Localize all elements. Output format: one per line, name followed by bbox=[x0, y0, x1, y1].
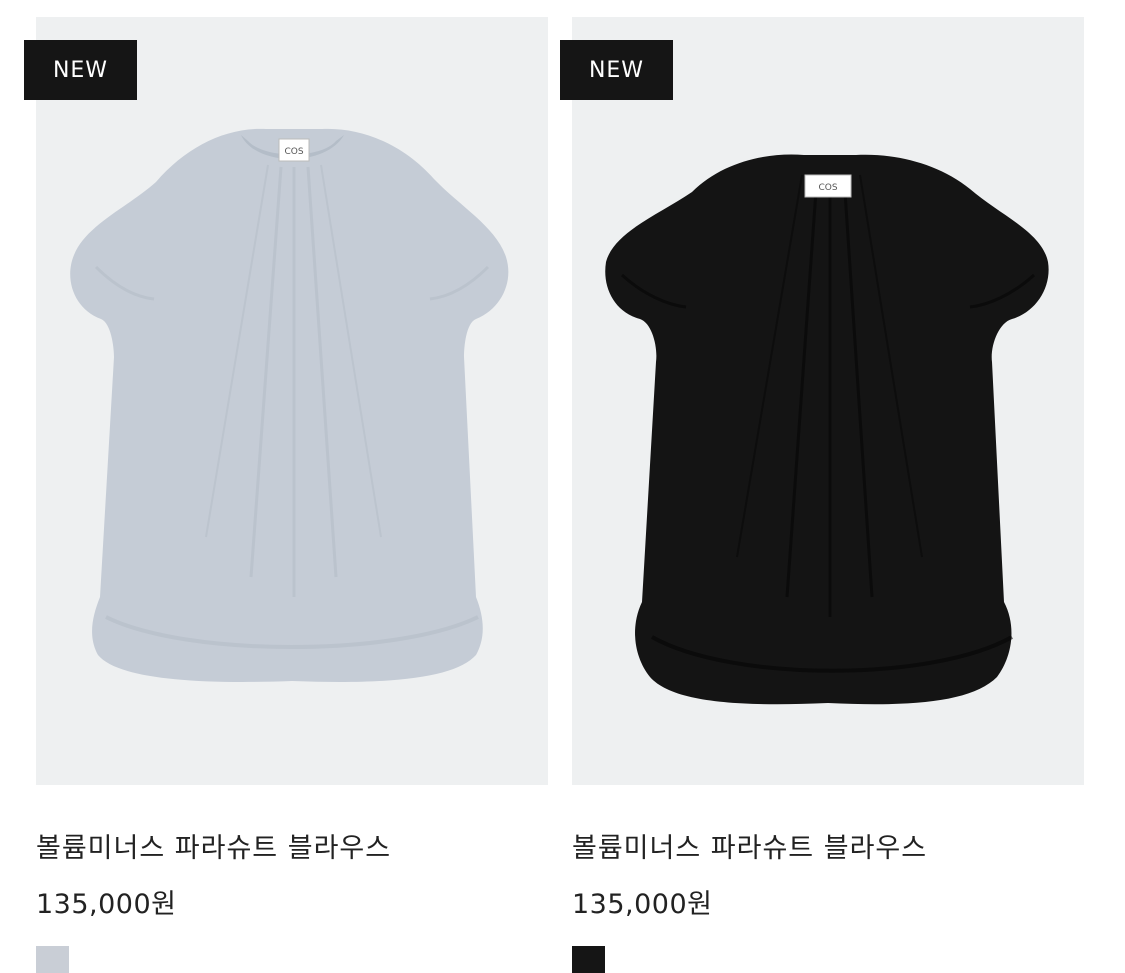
product-card[interactable]: COS NEW 볼륨미너스 파라슈트 블라우스 135,000원 bbox=[24, 0, 550, 973]
blouse-illustration: COS bbox=[605, 154, 1049, 705]
color-swatch[interactable] bbox=[36, 946, 69, 973]
product-name[interactable]: 볼륨미너스 파라슈트 블라우스 bbox=[36, 826, 391, 865]
svg-text:COS: COS bbox=[284, 147, 303, 157]
color-swatch[interactable] bbox=[572, 946, 605, 973]
blouse-illustration: COS bbox=[70, 128, 509, 682]
new-badge: NEW bbox=[560, 40, 673, 100]
product-image[interactable]: COS bbox=[36, 17, 548, 785]
product-name[interactable]: 볼륨미너스 파라슈트 블라우스 bbox=[572, 826, 927, 865]
svg-text:COS: COS bbox=[818, 183, 837, 193]
product-grid: COS NEW 볼륨미너스 파라슈트 블라우스 135,000원 COS NEW… bbox=[0, 0, 1125, 973]
new-badge: NEW bbox=[24, 40, 137, 100]
product-price: 135,000원 bbox=[36, 889, 177, 920]
product-image[interactable]: COS bbox=[572, 17, 1084, 785]
product-card[interactable]: COS NEW 볼륨미너스 파라슈트 블라우스 135,000원 bbox=[560, 0, 1086, 973]
product-price: 135,000원 bbox=[572, 889, 713, 920]
